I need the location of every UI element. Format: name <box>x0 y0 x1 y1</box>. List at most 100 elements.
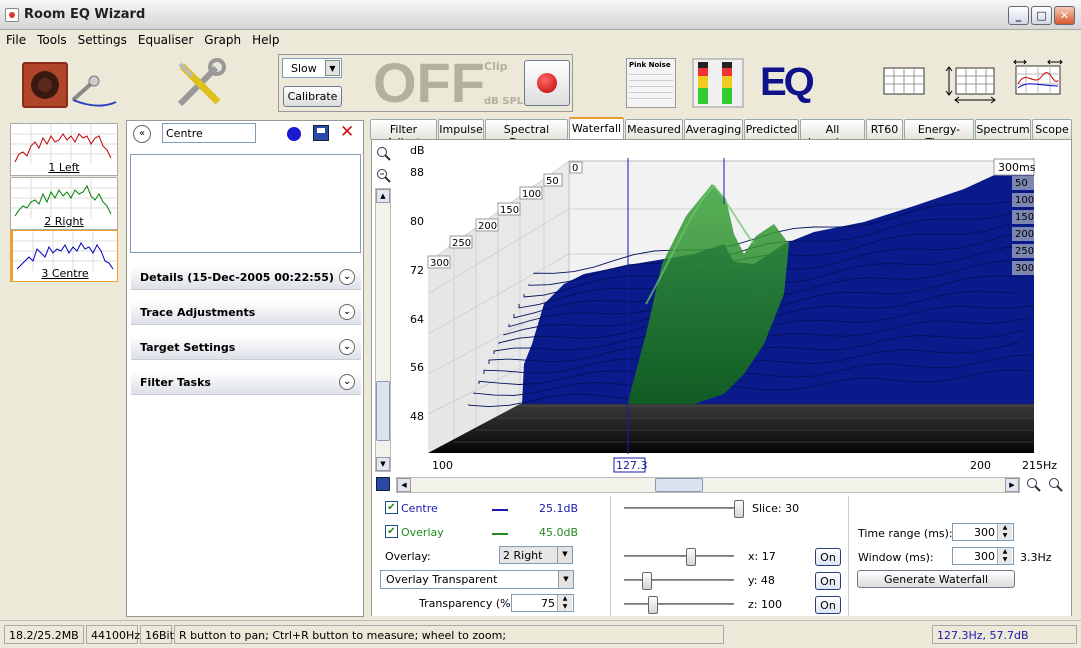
filter-tasks-section[interactable]: Filter Tasks ⌄ <box>131 371 361 395</box>
x-rotation-label: x: 17 <box>748 550 776 563</box>
overlay-select-value: 2 Right <box>503 549 543 562</box>
x-rotation-slider[interactable] <box>624 548 734 566</box>
expand-icon: ⌄ <box>339 374 355 390</box>
trace-adjustments-section[interactable]: Trace Adjustments ⌄ <box>131 301 361 325</box>
scroll-left-icon[interactable]: ◀ <box>397 478 411 492</box>
tab-spectrum[interactable]: Spectrum <box>975 119 1031 139</box>
trace-color-icon[interactable] <box>287 127 301 141</box>
overlay-checkbox[interactable]: ✔ <box>385 525 398 538</box>
input-levels-icon[interactable] <box>692 58 744 108</box>
delete-icon[interactable]: ✕ <box>340 122 354 142</box>
centre-checkbox[interactable]: ✔ <box>385 501 398 514</box>
save-icon[interactable] <box>313 125 329 141</box>
trace-label: Trace Adjustments <box>140 306 256 319</box>
speed-select[interactable]: Slow ▼ <box>282 58 342 78</box>
preferences-icon[interactable] <box>172 56 228 112</box>
measurement-panel: « Centre ✕ Details (15-Dec-2005 00:22:55… <box>126 120 364 617</box>
z-zoom-slider[interactable] <box>624 596 734 614</box>
slice-slider[interactable] <box>624 500 744 518</box>
target-settings-section[interactable]: Target Settings ⌄ <box>131 336 361 360</box>
slice-slider-thumb[interactable] <box>734 500 744 518</box>
right-tick-250: 250 <box>1015 246 1034 257</box>
waterfall-panel: ▲ ▼ dB 88 80 72 64 56 48 0 50 100 150 20… <box>371 139 1072 616</box>
details-section[interactable]: Details (15-Dec-2005 00:22:55) ⌄ <box>131 266 361 290</box>
record-icon <box>537 73 557 93</box>
tab-predicted[interactable]: Predicted <box>744 119 799 139</box>
status-bar: 18.2/25.2MB 44100Hz 16Bit R button to pa… <box>0 620 1081 648</box>
y-tick-72: 72 <box>410 264 424 277</box>
x-zoom-in-icon[interactable] <box>1048 477 1064 493</box>
tab-averaging[interactable]: Averaging <box>684 119 743 139</box>
menu-settings[interactable]: Settings <box>72 30 132 47</box>
graph-limits-icon[interactable] <box>882 66 926 96</box>
record-button[interactable] <box>524 60 570 106</box>
zoom-out-icon[interactable] <box>376 168 392 184</box>
overlay-line-swatch <box>492 533 508 535</box>
tab-waterfall[interactable]: Waterfall <box>569 117 624 139</box>
measure-icon[interactable] <box>18 56 118 112</box>
close-button[interactable]: ✕ <box>1054 6 1075 25</box>
measurement-item-left[interactable]: 1 Left <box>10 123 118 176</box>
calibrate-button[interactable]: Calibrate <box>283 86 342 107</box>
window-spinner[interactable]: 300 <box>952 547 1014 565</box>
y-axis-unit: dB <box>410 144 425 157</box>
expand-icon: ⌄ <box>339 339 355 355</box>
y-rotation-slider[interactable] <box>624 572 734 590</box>
collapse-panel-icon[interactable]: « <box>133 125 151 143</box>
y-on-button[interactable]: On <box>815 572 841 590</box>
measurement-label: 2 Right <box>44 215 84 228</box>
tab-measured[interactable]: Measured <box>625 119 683 139</box>
vertical-scroll-thumb[interactable] <box>376 381 390 441</box>
cursor-readout: 127.3Hz, 57.7dB <box>932 625 1077 644</box>
overlay-mode-select[interactable]: Overlay Transparent ▼ <box>380 570 574 589</box>
tab-scope[interactable]: Scope <box>1032 119 1072 139</box>
x-zoom-out-icon[interactable] <box>1026 477 1042 493</box>
x-on-button[interactable]: On <box>815 548 841 566</box>
graph-controls-icon[interactable] <box>1012 58 1064 98</box>
clip-indicator: Clip <box>484 60 508 73</box>
vertical-scrollbar[interactable]: ▲ ▼ <box>375 188 391 472</box>
graph-scale-icon[interactable] <box>944 64 998 104</box>
waterfall-plot[interactable]: dB 88 80 72 64 56 48 0 50 100 150 200 25… <box>394 144 1070 474</box>
time-range-spinner[interactable]: 300 <box>952 523 1014 541</box>
transparency-spinner[interactable]: 75 <box>511 594 574 612</box>
save-graph-icon[interactable] <box>376 477 390 491</box>
time-range-label: Time range (ms): <box>858 527 953 540</box>
scroll-up-icon[interactable]: ▲ <box>376 189 390 203</box>
spl-unit: dB SPL <box>484 96 524 107</box>
tab-all-impulses[interactable]: All Impulses <box>800 119 865 149</box>
scroll-down-icon[interactable]: ▼ <box>376 457 390 471</box>
tab-energy-time[interactable]: Energy-Time <box>904 119 974 149</box>
tab-filter-adjust[interactable]: Filter Adjust <box>370 119 437 149</box>
menu-file[interactable]: File <box>0 30 31 47</box>
tab-spectral-decay[interactable]: Spectral Decay <box>485 119 568 149</box>
right-thumbnail-graph <box>11 178 117 218</box>
generate-waterfall-button[interactable]: Generate Waterfall <box>857 570 1015 588</box>
menu-help[interactable]: Help <box>246 30 284 47</box>
tab-impulse[interactable]: Impulse <box>438 119 484 139</box>
minimize-button[interactable]: _ <box>1008 6 1029 25</box>
y-slider-thumb[interactable] <box>642 572 652 590</box>
measurement-label: 1 Left <box>48 161 80 174</box>
z-slider-thumb[interactable] <box>648 596 658 614</box>
maximize-button[interactable]: □ <box>1031 6 1052 25</box>
right-tick-100: 100 <box>1015 195 1034 206</box>
notes-area[interactable] <box>130 154 361 253</box>
eq-icon[interactable]: EQ <box>760 60 815 105</box>
generator-panel[interactable]: Pink Noise <box>626 58 676 108</box>
measurement-name-input[interactable]: Centre <box>162 123 256 143</box>
overlay-select[interactable]: 2 Right ▼ <box>499 546 573 564</box>
zoom-in-icon[interactable] <box>376 146 392 162</box>
z-on-button[interactable]: On <box>815 596 841 614</box>
menu-equaliser[interactable]: Equaliser <box>132 30 198 47</box>
x-slider-thumb[interactable] <box>686 548 696 566</box>
overlay-select-label: Overlay: <box>385 550 431 563</box>
menu-tools[interactable]: Tools <box>31 30 72 47</box>
measurement-item-centre[interactable]: 3 Centre <box>10 230 118 282</box>
measurement-item-right[interactable]: 2 Right <box>10 177 118 230</box>
horizontal-scroll-thumb[interactable] <box>655 478 703 492</box>
horizontal-scrollbar[interactable]: ◀ ▶ <box>396 477 1020 493</box>
scroll-right-icon[interactable]: ▶ <box>1005 478 1019 492</box>
menu-graph[interactable]: Graph <box>198 30 246 47</box>
tab-rt60[interactable]: RT60 <box>866 119 903 139</box>
